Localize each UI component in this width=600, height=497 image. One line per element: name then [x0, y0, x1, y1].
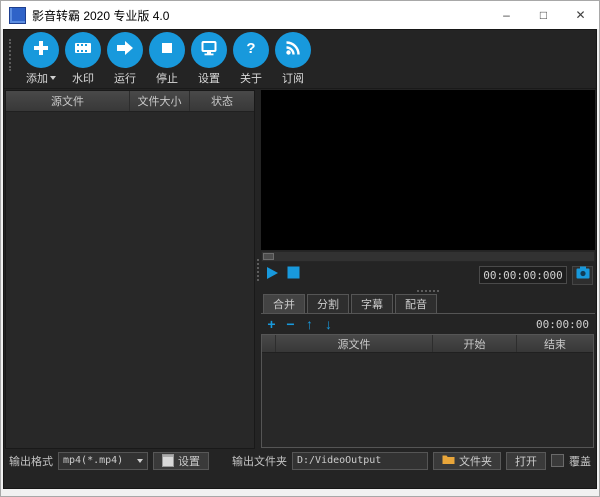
- tab-dubbing[interactable]: 配音: [395, 294, 437, 313]
- clip-toolbar: + − ↑ ↓ 00:00:00: [261, 314, 595, 334]
- column-status[interactable]: 状态: [190, 91, 254, 111]
- window-title: 影音转霸 2020 专业版 4.0: [32, 8, 170, 23]
- snapshot-button[interactable]: [572, 265, 593, 285]
- output-bar: 输出格式 mp4(*.mp4) 设置 输出文件夹 D:/VideoOutput …: [4, 450, 596, 471]
- stop-icon: [157, 38, 177, 63]
- rss-icon: [283, 38, 303, 63]
- column-index[interactable]: [262, 335, 276, 352]
- preview-panel: 00:00:00:000 合并 分割 字幕 配音 + − ↑ ↓ 00:00:0…: [261, 90, 595, 449]
- question-icon: ?: [241, 38, 261, 63]
- film-icon: [73, 38, 93, 63]
- folder-icon: [442, 454, 455, 468]
- add-button[interactable]: 添加: [20, 32, 62, 86]
- move-up-icon: ↑: [306, 316, 313, 332]
- run-arrow-icon: [115, 38, 135, 63]
- overwrite-checkbox[interactable]: [551, 454, 564, 467]
- main-area: 源文件 文件大小 状态 00:00:00:000 合并 分割 字幕 配音 + −…: [4, 89, 596, 450]
- window-controls: – □ ✕: [488, 1, 599, 29]
- remove-clip-button[interactable]: −: [282, 316, 299, 332]
- svg-text:?: ?: [246, 40, 255, 57]
- status-bar: [4, 471, 596, 488]
- seek-bar[interactable]: [261, 251, 595, 262]
- output-format-select[interactable]: mp4(*.mp4): [58, 451, 148, 470]
- splitter-grip-icon: [257, 258, 259, 281]
- seek-handle[interactable]: [263, 253, 274, 260]
- main-toolbar: 添加 水印 运行 停止 设置 ? 关于 订阅: [4, 30, 596, 89]
- playback-time: 00:00:00:000: [479, 266, 567, 284]
- choose-folder-button[interactable]: 文件夹: [433, 451, 501, 470]
- add-clip-button[interactable]: +: [263, 316, 280, 332]
- format-settings-button[interactable]: 设置: [153, 451, 209, 470]
- column-source-file[interactable]: 源文件: [6, 91, 130, 111]
- snapshot-icon: [576, 266, 590, 284]
- close-button[interactable]: ✕: [562, 1, 599, 29]
- file-list-body: [6, 112, 254, 448]
- open-folder-button[interactable]: 打开: [506, 451, 546, 470]
- total-duration: 00:00:00: [536, 317, 589, 331]
- splitter-grip-icon: [417, 290, 439, 292]
- run-button[interactable]: 运行: [104, 32, 146, 86]
- plus-icon: [31, 38, 51, 63]
- player-controls: 00:00:00:000: [261, 262, 595, 288]
- subscribe-button[interactable]: 订阅: [272, 32, 314, 86]
- source-file-list: 源文件 文件大小 状态: [5, 90, 255, 449]
- minimize-button[interactable]: –: [488, 1, 525, 29]
- settings-button[interactable]: 设置: [188, 32, 230, 86]
- watermark-button[interactable]: 水印: [62, 32, 104, 86]
- clip-tabbar: 合并 分割 字幕 配音: [261, 294, 595, 314]
- column-start[interactable]: 开始: [433, 335, 517, 352]
- clip-grid-body: [262, 353, 593, 447]
- monitor-icon: [199, 38, 219, 63]
- client-area: 添加 水印 运行 停止 设置 ? 关于 订阅 源文件 文件大小 状态 00:00…: [3, 29, 597, 489]
- play-icon: [265, 266, 279, 285]
- toolbar-grip[interactable]: [9, 39, 15, 71]
- maximize-button[interactable]: □: [525, 1, 562, 29]
- about-button[interactable]: ? 关于: [230, 32, 272, 86]
- dropdown-caret-icon: [137, 458, 143, 463]
- add-clip-icon: +: [267, 316, 276, 332]
- move-down-button[interactable]: ↓: [320, 316, 337, 332]
- move-down-icon: ↓: [325, 316, 332, 332]
- window-frame: 添加 水印 运行 停止 设置 ? 关于 订阅 源文件 文件大小 状态 00:00…: [1, 29, 599, 496]
- titlebar: 影音转霸 2020 专业版 4.0 – □ ✕: [1, 1, 599, 29]
- tab-subtitle[interactable]: 字幕: [351, 294, 393, 313]
- output-format-label: 输出格式: [9, 455, 53, 468]
- output-folder-input[interactable]: D:/VideoOutput: [292, 451, 428, 470]
- move-up-button[interactable]: ↑: [301, 316, 318, 332]
- add-dropdown-caret-icon: [50, 76, 56, 80]
- stop-button[interactable]: 停止: [146, 32, 188, 86]
- column-source-file[interactable]: 源文件: [276, 335, 433, 352]
- column-end[interactable]: 结束: [517, 335, 593, 352]
- stop-icon: [287, 266, 300, 284]
- overwrite-label: 覆盖: [569, 455, 591, 468]
- tab-split[interactable]: 分割: [307, 294, 349, 313]
- remove-clip-icon: −: [286, 316, 295, 332]
- video-preview: [261, 90, 595, 250]
- play-button[interactable]: [263, 266, 281, 285]
- clip-grid: 源文件 开始 结束: [261, 334, 594, 448]
- column-file-size[interactable]: 文件大小: [130, 91, 190, 111]
- settings-page-icon: [162, 454, 174, 467]
- app-icon: [9, 6, 26, 24]
- tab-merge[interactable]: 合并: [263, 294, 305, 313]
- output-folder-label: 输出文件夹: [232, 455, 287, 468]
- stop-playback-button[interactable]: [284, 266, 302, 284]
- clip-grid-header: 源文件 开始 结束: [262, 335, 593, 353]
- app-window: 影音转霸 2020 专业版 4.0 – □ ✕ 添加 水印 运行 停止 设置 ?…: [0, 0, 600, 497]
- output-format-value: mp4(*.mp4): [63, 455, 124, 466]
- file-list-header: 源文件 文件大小 状态: [6, 91, 254, 112]
